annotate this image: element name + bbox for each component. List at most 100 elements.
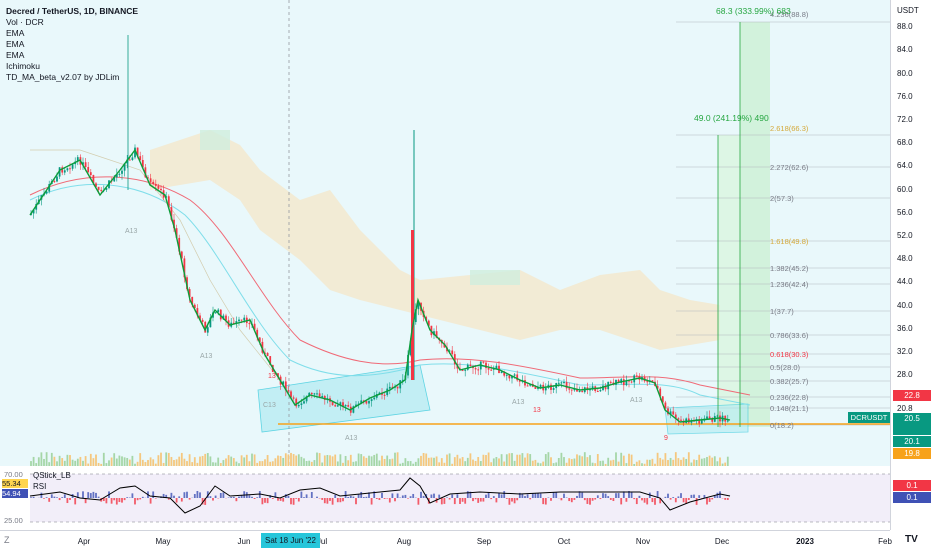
volume-bar [178, 457, 180, 466]
qstick-label[interactable]: QStick_LB [33, 471, 71, 480]
qstick-bar [332, 498, 334, 505]
qstick-bar [119, 498, 121, 502]
price-scale[interactable]: USDT 88.0 84.0 80.0 76.0 72.0 68.0 64.0 … [890, 0, 932, 530]
volume-bar [77, 459, 79, 466]
volume-bar [48, 462, 50, 466]
volume-bar [119, 456, 121, 466]
volume-bar [576, 454, 578, 466]
fib-label: 1(37.7) [770, 307, 794, 316]
price-badge: 19.8 [893, 448, 931, 459]
volume-bar [165, 452, 167, 466]
fib-label: 0.236(22.8) [770, 393, 808, 402]
volume-bar [264, 459, 266, 466]
legend-indicator[interactable]: EMA [6, 39, 138, 50]
candle [100, 190, 102, 191]
qstick-bar [433, 494, 435, 498]
volume-bar [566, 463, 568, 466]
candle [475, 368, 477, 369]
qstick-bar [298, 498, 300, 502]
volume-bar [535, 460, 537, 466]
tradingview-logo[interactable]: TV [905, 534, 918, 545]
qstick-bar [288, 496, 290, 498]
volume-bar [657, 453, 659, 466]
price-tick: 72.0 [897, 115, 913, 124]
volume-bar [641, 463, 643, 466]
volume-bar [155, 464, 157, 466]
volume-bar [667, 460, 669, 466]
current-price: 20.5 [904, 414, 920, 423]
qstick-bar [680, 493, 682, 498]
volume-bar [186, 461, 188, 466]
volume-bar [579, 455, 581, 466]
volume-bar [553, 463, 555, 466]
candle [680, 420, 682, 421]
price-tick: 68.0 [897, 138, 913, 147]
qstick-bar [256, 497, 258, 498]
rsi-chart[interactable] [0, 468, 890, 530]
qstick-bar [589, 498, 591, 505]
qstick-bar [251, 497, 253, 498]
candle [488, 368, 490, 370]
volume-bar [464, 461, 466, 466]
indicator-pane[interactable]: QStick_LB RSI 70.00 55.34 54.94 25.00 [0, 468, 890, 530]
qstick-bar [30, 497, 32, 498]
time-label: 2023 [796, 537, 814, 546]
zoom-icon[interactable]: Z [4, 535, 10, 545]
candle [202, 320, 204, 322]
fib-label: 1.382(45.2) [770, 264, 808, 273]
volume-bar [646, 460, 648, 466]
volume-bar [303, 458, 305, 466]
qstick-bar [74, 498, 76, 504]
volume-bar [111, 458, 113, 466]
symbol-tag[interactable]: DCRUSDT [848, 412, 890, 423]
volume-bar [693, 459, 695, 466]
legend-indicator[interactable]: EMA [6, 50, 138, 61]
volume-bar [82, 461, 84, 466]
volume-bar [701, 459, 703, 466]
candle [514, 374, 516, 375]
legend-indicator[interactable]: Ichimoku [6, 61, 138, 72]
main-chart-pane[interactable]: A13 C13 A13 A13 A13 A13 13 13 9 Decred /… [0, 0, 890, 466]
volume-bar [132, 456, 134, 466]
volume-bar [555, 462, 557, 466]
volume-bar [236, 462, 238, 466]
qstick-bar [381, 493, 383, 498]
time-label: Nov [636, 537, 650, 546]
legend-indicator[interactable]: TD_MA_beta_v2.07 by JDLim [6, 72, 138, 83]
fib-label: 2(57.3) [770, 194, 794, 203]
candle [267, 353, 269, 356]
volume-bar [675, 452, 677, 466]
volume-bar [659, 458, 661, 466]
chart-legend[interactable]: Decred / TetherUS, 1D, BINANCE Vol · DCR… [6, 6, 138, 83]
volume-bar [137, 462, 139, 466]
qstick-bar [316, 497, 318, 498]
qstick-bar [90, 493, 92, 498]
current-price-badge[interactable]: 20.5 [893, 413, 931, 435]
qstick-bar [46, 497, 48, 498]
candle [150, 178, 152, 182]
legend-indicator[interactable]: EMA [6, 28, 138, 39]
fib-label: 0.382(25.7) [770, 377, 808, 386]
qstick-bar [524, 496, 526, 498]
volume-bar [272, 461, 274, 466]
rsi-label[interactable]: RSI [33, 482, 46, 491]
qstick-bar [535, 493, 537, 498]
candle [56, 177, 58, 182]
qstick-bar [194, 494, 196, 498]
qstick-bar [670, 498, 672, 500]
candle [121, 171, 123, 174]
price-tick: 40.0 [897, 301, 913, 310]
qstick-bar [550, 498, 552, 501]
volume-bar [490, 462, 492, 466]
legend-indicator[interactable]: Vol · DCR [6, 17, 138, 28]
qstick-bar [581, 493, 583, 498]
volume-bar [454, 457, 456, 466]
qstick-bar [173, 496, 175, 498]
volume-bar [581, 456, 583, 466]
candle [64, 170, 66, 172]
volume-bar [249, 461, 251, 466]
price-badge: 22.8 [893, 390, 931, 401]
volume-bar [298, 454, 300, 466]
qstick-bar [230, 497, 232, 498]
time-axis[interactable]: Z Apr May Jun Jul Aug Sep Oct Nov Dec 20… [0, 530, 890, 551]
